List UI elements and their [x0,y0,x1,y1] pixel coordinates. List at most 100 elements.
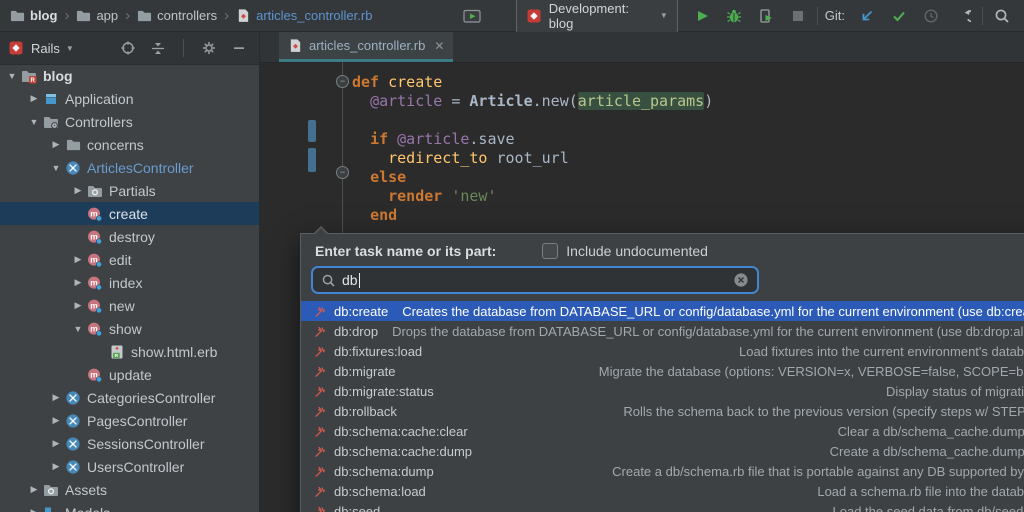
search-input-value[interactable]: db [342,272,358,288]
tree-item-sessionscontroller[interactable]: ▶SessionsController [0,432,259,455]
change-marker[interactable] [308,148,316,172]
tree-item-new[interactable]: ▶mnew [0,294,259,317]
tree-collapsed-arrow-icon[interactable]: ▶ [26,484,42,495]
tree-item-pagescontroller[interactable]: ▶PagesController [0,409,259,432]
task-row-db-schema-cache-dump[interactable]: db:schema:cache:dumpCreate a db/schema_c… [301,441,1024,461]
task-row-db-fixtures-load[interactable]: db:fixtures:loadLoad fixtures into the c… [301,341,1024,361]
method-icon: m [87,229,103,245]
tree-collapsed-arrow-icon[interactable]: ▶ [48,438,64,449]
tree-expanded-arrow-icon[interactable]: ▼ [4,71,20,81]
breadcrumb-controllers[interactable]: controllers [137,8,217,23]
tree-item-update[interactable]: mupdate [0,363,259,386]
fold-handle[interactable]: − [336,166,349,179]
tree-item-label: update [109,367,152,383]
tree-collapsed-arrow-icon[interactable]: ▶ [48,139,64,150]
svg-text:R: R [115,353,119,359]
tree-expanded-arrow-icon[interactable]: ▼ [70,324,86,334]
run-window-button[interactable] [460,4,483,28]
tree-collapsed-arrow-icon[interactable]: ▶ [70,300,86,311]
tree-item-edit[interactable]: ▶medit [0,248,259,271]
task-row-db-schema-cache-clear[interactable]: db:schema:cache:clearClear a db/schema_c… [301,421,1024,441]
rollback-button[interactable] [951,4,975,28]
tree-item-create[interactable]: mcreate [0,202,259,225]
breadcrumb-blog[interactable]: blog [10,8,57,23]
task-search-field[interactable]: db [311,266,759,294]
run-actions-group [690,4,810,28]
tree-item-blog[interactable]: ▼Rblog [0,64,259,87]
method-icon: m [87,252,103,268]
close-icon[interactable]: ✕ [434,39,444,53]
breadcrumb-articles-controller-rb[interactable]: articles_controller.rb [236,8,372,23]
collapse-all-button[interactable] [146,36,170,60]
method-icon: m [87,367,103,383]
task-row-db-schema-dump[interactable]: db:schema:dumpCreate a db/schema.rb file… [301,461,1024,481]
tree-item-categoriescontroller[interactable]: ▶ CategoriesController [0,386,259,409]
coverage-icon [758,8,774,24]
include-undocumented-checkbox[interactable]: Include undocumented [542,243,708,259]
tree-collapsed-arrow-icon[interactable]: ▶ [26,507,42,512]
tree-collapsed-arrow-icon[interactable]: ▶ [48,461,64,472]
debug-button[interactable] [722,4,746,28]
tree-item-userscontroller[interactable]: ▶ UsersController [0,455,259,478]
tree-item-show[interactable]: ▼mshow [0,317,259,340]
task-row-db-rollback[interactable]: db:rollbackRolls the schema back to the … [301,401,1024,421]
method-icon: m [87,206,103,222]
tab-articles-controller[interactable]: articles_controller.rb ✕ [279,32,453,62]
search-everywhere-button[interactable] [990,4,1014,28]
clear-search-button[interactable] [733,272,749,288]
tree-item-label: UsersController [87,459,184,475]
tree-item-show-html-erb[interactable]: Rshow.html.erb [0,340,259,363]
task-row-db-drop[interactable]: db:dropDrops the database from DATABASE_… [301,321,1024,341]
breadcrumb: blog›app›controllers›articles_controller… [10,7,372,24]
change-marker[interactable] [308,120,316,142]
chevron-down-icon: ▼ [66,44,74,53]
tree-item-controllers[interactable]: ▼Controllers [0,110,259,133]
task-row-db-seed[interactable]: db:seedLoad the seed data from db/seeds.… [301,501,1024,512]
task-row-db-schema-load[interactable]: db:schema:loadLoad a schema.rb file into… [301,481,1024,501]
controllers-folder-icon [43,114,59,130]
history-button[interactable] [919,4,943,28]
run-button[interactable] [690,4,714,28]
update-project-button[interactable] [855,4,879,28]
controller-icon [65,459,81,475]
task-row-db-migrate-status[interactable]: db:migrate:statusDisplay status of migra… [301,381,1024,401]
run-configuration-select[interactable]: Development: blog ▼ [516,0,678,35]
tree-collapsed-arrow-icon[interactable]: ▶ [48,392,64,403]
tree-item-concerns[interactable]: ▶concerns [0,133,259,156]
tree-collapsed-arrow-icon[interactable]: ▶ [26,93,42,104]
tree-item-assets[interactable]: ▶Assets [0,478,259,501]
hide-button[interactable] [227,36,251,60]
run-with-coverage-button[interactable] [754,4,778,28]
locate-icon [120,40,136,56]
scroll-to-source-button[interactable] [116,36,140,60]
tree-item-label: Models [65,505,110,512]
tool-window-title[interactable]: Rails [31,41,60,56]
tree-expanded-arrow-icon[interactable]: ▼ [48,163,64,173]
ruby-file-icon [236,8,251,23]
fold-handle[interactable]: − [336,75,349,88]
tree-item-label: CategoriesController [87,390,215,406]
task-description: Load a schema.rb file into the database [440,484,1024,499]
breadcrumb-app[interactable]: app [76,8,118,23]
task-list: db:createCreates the database from DATAB… [301,301,1024,512]
tree-item-application[interactable]: ▶Application [0,87,259,110]
tree-collapsed-arrow-icon[interactable]: ▶ [70,277,86,288]
tree-item-models[interactable]: ▶ Models [0,501,259,512]
tree-item-destroy[interactable]: mdestroy [0,225,259,248]
rake-icon [314,465,327,478]
checkbox-box[interactable] [542,243,558,259]
tree-collapsed-arrow-icon[interactable]: ▶ [70,185,86,196]
tree-item-partials[interactable]: ▶Partials [0,179,259,202]
task-row-db-migrate[interactable]: db:migrateMigrate the database (options:… [301,361,1024,381]
tree-expanded-arrow-icon[interactable]: ▼ [26,117,42,127]
tree-collapsed-arrow-icon[interactable]: ▶ [48,415,64,426]
tree-collapsed-arrow-icon[interactable]: ▶ [70,254,86,265]
tree-item-articlescontroller[interactable]: ▼ArticlesController [0,156,259,179]
task-name: db:drop [334,324,378,339]
code-editor[interactable]: def create @article = Article.new(articl… [352,62,713,225]
commit-button[interactable] [887,4,911,28]
task-row-db-create[interactable]: db:createCreates the database from DATAB… [301,301,1024,321]
settings-button[interactable] [197,36,221,60]
tree-item-index[interactable]: ▶mindex [0,271,259,294]
stop-button[interactable] [786,4,810,28]
